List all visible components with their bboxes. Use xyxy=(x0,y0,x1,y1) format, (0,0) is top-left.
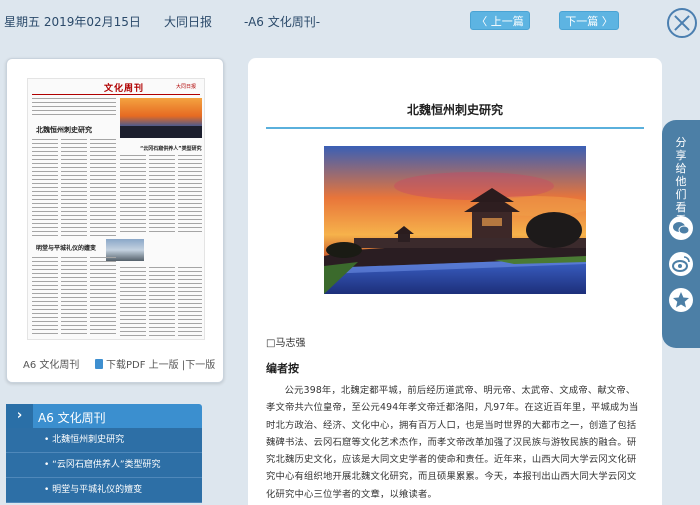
thumbnail-text-column xyxy=(178,267,202,337)
article-list: 北魏恒州刺史研究 “云冈石窟供养人”类型研究 明堂与平城礼仪的嬗变 xyxy=(6,428,202,503)
star-icon[interactable] xyxy=(669,288,693,312)
share-label: 分享给他们看看 xyxy=(675,136,687,227)
thumbnail-mini-logo: 大同日报 xyxy=(176,84,197,90)
newspaper-name: 大同日报 xyxy=(164,15,213,29)
article-list-item[interactable]: 北魏恒州刺史研究 xyxy=(6,428,202,453)
article-body: 公元398年，北魏定都平城，前后经历道武帝、明元帝、太武帝、文成帝、献文帝、孝文… xyxy=(266,385,639,500)
section-article-list: › A6 文化周刊 北魏恒州刺史研究 “云冈石窟供养人”类型研究 明堂与平城礼仪… xyxy=(6,404,202,503)
thumbnail-headline-side: “云冈石窟供养人”类型研究 xyxy=(140,146,202,152)
next-article-button[interactable]: 下一篇 〉 xyxy=(559,11,619,30)
thumbnail-text-column xyxy=(32,139,58,239)
thumbnail-headline-lower: 明堂与平城礼仪的嬗变 xyxy=(36,245,97,252)
thumbnail-banner: 文化周刊 xyxy=(104,84,145,94)
close-icon[interactable] xyxy=(667,8,697,38)
datong-city-wall-photo xyxy=(324,146,586,294)
pdf-icon xyxy=(95,359,103,369)
prev-page-link[interactable]: 上一版 xyxy=(149,360,179,371)
thumbnail-text-column xyxy=(32,257,58,337)
prev-article-button[interactable]: 〈 上一篇 xyxy=(470,11,530,30)
article-list-item[interactable]: 明堂与平城礼仪的嬗变 xyxy=(6,478,202,503)
thumbnail-text-column xyxy=(61,257,87,337)
thumbnail-text-column xyxy=(149,155,175,235)
thumbnail-text-column xyxy=(90,257,116,337)
article-author: □马志强 xyxy=(266,338,306,349)
thumbnail-headline-main: 北魏恒州刺史研究 xyxy=(36,126,92,134)
thumbnail-text-column xyxy=(120,267,146,337)
article-photo-svg xyxy=(324,146,586,294)
editor-note-heading: 编者按 xyxy=(266,362,299,375)
thumbnail-text-column xyxy=(178,155,202,235)
page-label: -A6 文化周刊- xyxy=(244,15,321,29)
thumbnail-rule xyxy=(32,94,200,95)
thumbnail-caption: A6 文化周刊 xyxy=(23,360,80,371)
section-title: A6 文化周刊 xyxy=(38,411,106,425)
thumbnail-text-column xyxy=(120,155,146,235)
thumbnail-links: 下载PDF 上一版 |下一版 xyxy=(95,356,215,371)
article-title: 北魏恒州刺史研究 xyxy=(406,103,503,117)
thumbnail-text-column xyxy=(61,139,87,239)
section-header[interactable]: › A6 文化周刊 xyxy=(6,404,202,428)
newspaper-page-thumbnail[interactable]: 文化周刊 大同日报 北魏恒州刺史研究 “云冈石窟供养人”类型研究 明堂与平城礼仪… xyxy=(27,78,205,340)
title-divider xyxy=(266,127,644,129)
wechat-icon[interactable] xyxy=(669,216,693,240)
thumbnail-text-column xyxy=(90,139,116,239)
thumbnail-text-block xyxy=(32,98,116,118)
article-list-item[interactable]: “云冈石窟供养人”类型研究 xyxy=(6,453,202,478)
weibo-icon[interactable] xyxy=(669,252,693,276)
issue-date: 星期五 2019年02月15日 xyxy=(4,15,141,29)
page-thumbnail-card: 文化周刊 大同日报 北魏恒州刺史研究 “云冈石窟供养人”类型研究 明堂与平城礼仪… xyxy=(6,58,224,383)
article-panel: 北魏恒州刺史研究 □马志强 编者按 公元398年，北魏定都平城，前后经历道武帝、… xyxy=(248,58,662,505)
top-bar: 星期五 2019年02月15日 大同日报 -A6 文化周刊- 〈 上一篇 下一篇… xyxy=(0,0,700,44)
next-page-link[interactable]: 下一版 xyxy=(185,360,215,371)
thumbnail-photo xyxy=(120,98,202,138)
download-pdf-link[interactable]: 下载PDF xyxy=(106,360,145,371)
thumbnail-text-column xyxy=(149,267,175,337)
chevron-right-icon: › xyxy=(6,404,33,428)
share-panel: 分享给他们看看 xyxy=(662,120,700,348)
